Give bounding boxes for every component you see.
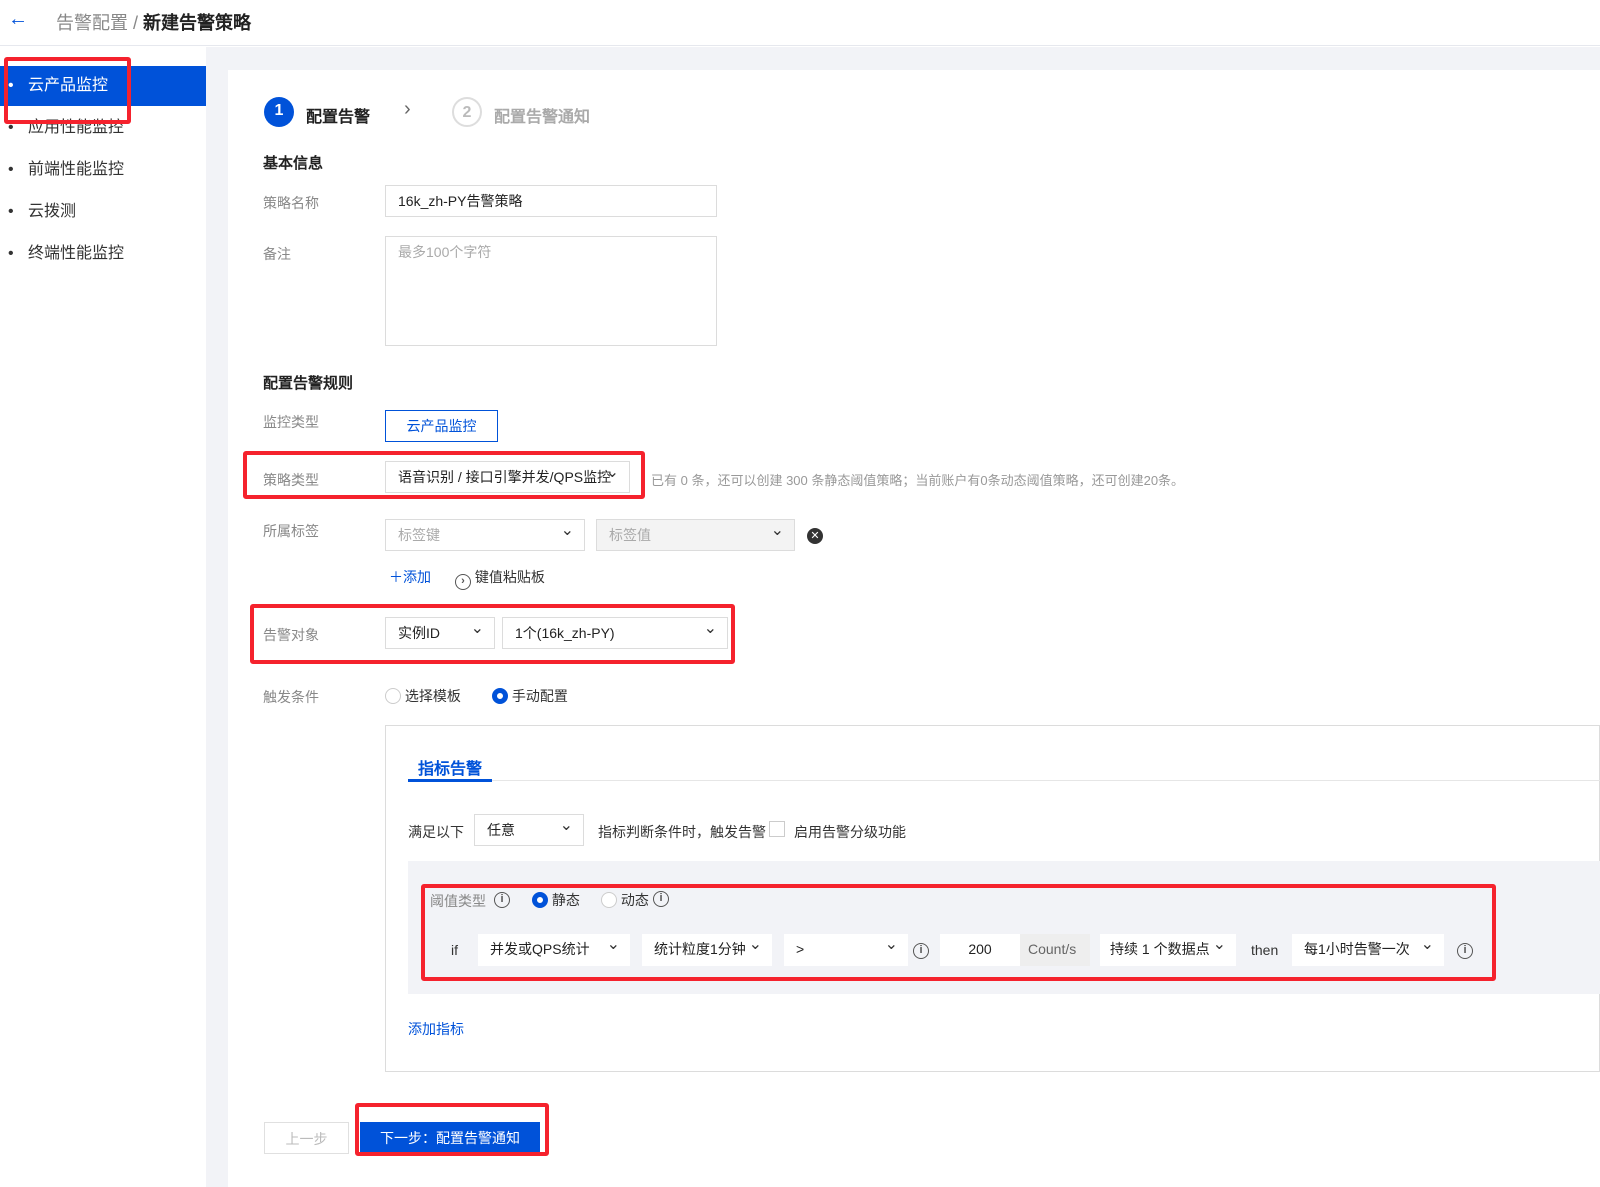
policy-name-input[interactable]: 16k_zh-PY告警策略 xyxy=(385,185,717,217)
threshold-input[interactable]: 200 xyxy=(940,934,1020,966)
breadcrumb-parent[interactable]: 告警配置 xyxy=(56,13,128,33)
info-icon[interactable]: i xyxy=(653,891,669,907)
radio-template[interactable]: 选择模板 xyxy=(385,686,461,706)
next-step-button[interactable]: 下一步：配置告警通知 xyxy=(360,1122,540,1154)
rules-title: 配置告警规则 xyxy=(263,375,354,392)
breadcrumb-separator: / xyxy=(128,13,144,33)
add-metric-link[interactable]: 添加指标 xyxy=(408,1019,464,1039)
plus-icon: ＋ xyxy=(389,569,403,585)
prev-step-button[interactable]: 上一步 xyxy=(264,1122,349,1154)
chevron-circle-icon: › xyxy=(455,574,471,590)
radio-selected-icon xyxy=(532,892,548,908)
sidebar-item-frontend[interactable]: 前端性能监控 xyxy=(0,150,206,190)
duration-select[interactable]: 持续 1 个数据点 xyxy=(1100,930,1236,966)
remove-tag-icon[interactable]: ✕ xyxy=(807,528,823,544)
remark-textarea[interactable]: 最多100个字符 xyxy=(385,236,717,346)
paste-board-label: 键值粘贴板 xyxy=(474,569,545,585)
sidebar: 云产品监控 应用性能监控 前端性能监控 云拨测 终端性能监控 xyxy=(0,47,206,1187)
radio-icon xyxy=(385,688,401,704)
top-bar: ← 告警配置 / 新建告警策略 xyxy=(0,0,1600,46)
satisfy-prefix: 满足以下 xyxy=(408,824,464,840)
info-icon[interactable]: i xyxy=(1457,943,1473,959)
basic-info-title: 基本信息 xyxy=(263,155,324,172)
object-instance-select[interactable]: 1个(16k_zh-PY) xyxy=(502,614,728,649)
sidebar-item-cloud-product[interactable]: 云产品监控 xyxy=(0,66,206,106)
tag-label: 所属标签 xyxy=(263,523,319,539)
add-tag-link[interactable]: ＋添加 xyxy=(389,567,431,587)
info-icon[interactable]: i xyxy=(913,943,929,959)
radio-icon xyxy=(601,892,617,908)
radio-dynamic-label: 动态 xyxy=(620,892,649,908)
satisfy-suffix: 指标判断条件时，触发告警 xyxy=(598,824,766,840)
radio-static[interactable]: 静态 xyxy=(532,890,580,910)
unit-label: Count/s xyxy=(1020,934,1090,966)
radio-template-label: 选择模板 xyxy=(404,688,461,704)
breadcrumb-current: 新建告警策略 xyxy=(143,13,252,33)
name-label: 策略名称 xyxy=(263,195,319,211)
tab-metric-alarm[interactable]: 指标告警 xyxy=(408,755,492,782)
tag-key-select[interactable]: 标签键 xyxy=(385,516,585,551)
step-2-label: 配置告警通知 xyxy=(494,109,591,126)
step-1-number: 1 xyxy=(264,97,294,127)
if-keyword: if xyxy=(451,942,458,958)
sidebar-item-apm[interactable]: 应用性能监控 xyxy=(0,108,206,148)
add-tag-label: 添加 xyxy=(403,569,431,585)
object-type-select[interactable]: 实例ID xyxy=(385,614,495,649)
grading-checkbox[interactable] xyxy=(769,821,785,837)
tab-divider xyxy=(408,780,1600,781)
metric-select[interactable]: 并发或QPS统计 xyxy=(478,930,630,966)
policy-quota-hint: 已有 0 条，还可以创建 300 条静态阈值策略；当前账户有0条动态阈值策略，还… xyxy=(651,473,1185,488)
frequency-select[interactable]: 每1小时告警一次 xyxy=(1292,930,1444,966)
granularity-select[interactable]: 统计粒度1分钟 xyxy=(642,930,772,966)
object-label: 告警对象 xyxy=(263,627,319,643)
then-keyword: then xyxy=(1251,942,1279,958)
radio-manual-label: 手动配置 xyxy=(511,688,568,704)
policy-type-label: 策略类型 xyxy=(263,472,319,488)
monitor-type-button[interactable]: 云产品监控 xyxy=(385,410,498,442)
radio-selected-icon xyxy=(492,688,508,704)
operator-select[interactable]: > xyxy=(784,930,908,966)
paste-board-link[interactable]: › 键值粘贴板 xyxy=(455,567,545,590)
radio-manual[interactable]: 手动配置 xyxy=(492,686,568,706)
monitor-type-label: 监控类型 xyxy=(263,414,319,430)
tag-value-select[interactable]: 标签值 xyxy=(596,516,795,551)
chevron-right-icon: › xyxy=(404,98,411,120)
sidebar-item-dial-test[interactable]: 云拨测 xyxy=(0,192,206,232)
grading-label: 启用告警分级功能 xyxy=(794,824,906,840)
radio-static-label: 静态 xyxy=(551,892,580,908)
step-1-label: 配置告警 xyxy=(306,109,371,126)
condition-area xyxy=(408,861,1600,994)
step-2-number: 2 xyxy=(452,97,482,127)
breadcrumb: 告警配置 / 新建告警策略 xyxy=(56,9,251,35)
radio-dynamic[interactable]: 动态 xyxy=(601,890,649,910)
back-arrow-icon[interactable]: ← xyxy=(8,8,28,31)
remark-label: 备注 xyxy=(263,246,291,262)
sidebar-item-terminal[interactable]: 终端性能监控 xyxy=(0,234,206,274)
policy-type-select[interactable]: 语音识别 / 接口引擎并发/QPS监控 xyxy=(385,458,630,493)
info-icon[interactable]: i xyxy=(494,892,510,908)
satisfy-select[interactable]: 任意 xyxy=(474,811,584,846)
threshold-type-label: 阈值类型 xyxy=(430,893,486,909)
trigger-label: 触发条件 xyxy=(263,689,319,705)
